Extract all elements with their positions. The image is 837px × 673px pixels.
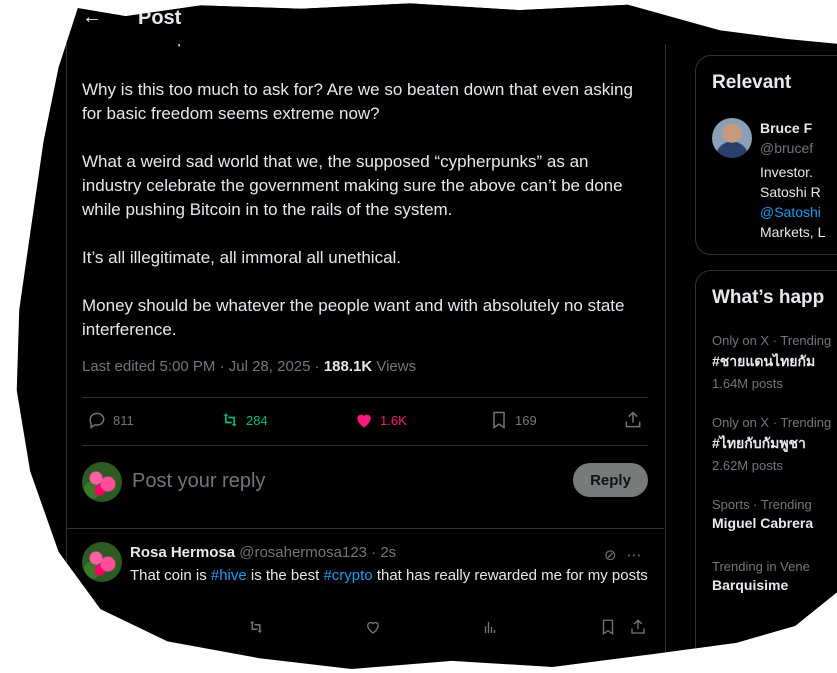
relevant-people-card: Relevant Bruce F @brucef Investor. Satos… [695,55,837,255]
trend-name: Miguel Cabrera [712,515,814,531]
hashtag-link[interactable]: #hive [211,567,247,584]
trending-title: What’s happ [712,287,825,308]
reply-count: 811 [113,412,134,428]
share-icon [625,411,641,428]
trend-context: Trending in Vene [712,559,810,574]
tweet-actions: 811 284 1.6K 169 [82,404,648,438]
relevant-bio: Investor. Satoshi R @Satoshi Markets, L [760,162,825,242]
analytics-icon[interactable] [481,618,499,636]
reply-text-part: is the best [246,567,324,584]
reply-post-actions [82,616,652,640]
trend-item[interactable]: Only on X · Trending #ไทยกับกัมพูชา 2.62… [712,415,831,473]
trend-item[interactable]: Only on X · Trending #ชายแดนไทยกัม 1.64M… [712,333,831,391]
trend-name: #ชายแดนไทยกัม [712,353,816,369]
bio-line: Satoshi R [760,184,821,200]
grok-icon[interactable]: ⊘ [604,546,617,564]
bio-mention-link[interactable]: @Satoshi [760,202,825,222]
share-action[interactable] [623,410,643,430]
reply-input[interactable]: Post your reply [132,470,265,493]
reply-text-part: that has really rewarded me for my posts [372,567,648,584]
tweet-body: Why is this too much to ask for? Are we … [82,78,652,366]
relevant-name[interactable]: Bruce F [760,120,812,136]
repost-icon[interactable] [247,618,265,636]
page-title: Post [138,7,182,29]
trend-context: Sports · Trending [712,497,812,512]
bookmark-action[interactable]: 169 [489,410,537,430]
like-count: 1.6K [380,412,407,428]
arrow-left-icon[interactable]: ← [82,6,102,29]
repost-icon [223,413,237,427]
tweet-paragraph: Money should be whatever the people want… [82,296,625,339]
author-handle[interactable]: @rosahermosa123 · 2s [239,544,396,561]
reply-author: Rosa Hermosa @rosahermosa123 · 2s [130,544,396,561]
reply-text: That coin is #hive is the best #crypto t… [130,566,660,586]
reply-post-icons: ⊘ ⋯ [604,546,642,564]
trend-count: 1.64M posts [712,376,783,391]
trend-count: 2.62M posts [712,458,783,473]
bookmark-icon [493,411,505,429]
reply-action[interactable]: 811 [87,410,134,430]
top-bar: ← Post [66,3,666,44]
share-icon[interactable] [629,618,647,636]
reply-icon [89,412,105,429]
heart-icon [357,414,371,428]
trend-item[interactable]: Trending in Vene Barquisime [712,559,810,593]
views-count: 188.1K [323,358,373,375]
trend-name: #ไทยกับกัมพูชา [712,435,806,451]
avatar[interactable] [82,542,122,582]
tweet-meta: Last edited 5:00 PM · Jul 28, 2025 · 188… [82,358,416,375]
reply-text-part: That coin is [130,567,211,584]
heart-icon[interactable] [364,618,382,636]
like-action[interactable]: 1.6K [354,410,407,430]
bookmark-icon[interactable] [599,618,617,636]
tweet-timestamp[interactable]: Last edited 5:00 PM · Jul 28, 2025 · [82,358,324,375]
relevant-handle[interactable]: @brucef [760,140,813,156]
avatar[interactable] [712,118,752,158]
divider [82,397,648,398]
relevant-title: Relevant [712,72,792,93]
hashtag-link[interactable]: #crypto [323,567,372,584]
trend-name: Barquisime [712,577,789,593]
tweet-paragraph: Why is this too much to ask for? Are we … [82,80,633,123]
author-name[interactable]: Rosa Hermosa [130,544,235,561]
avatar[interactable] [82,462,122,502]
reply-composer: Post your reply Reply [82,462,648,504]
bio-line: Investor. [760,164,813,180]
views-label: Views [376,358,417,375]
bio-line: Markets, L [760,224,826,240]
tweet-paragraph: It’s all illegitimate, all immoral all u… [82,248,402,267]
divider [82,445,648,446]
reply-button[interactable]: Reply [573,463,648,497]
divider [66,528,664,529]
trend-item[interactable]: Sports · Trending Miguel Cabrera [712,497,813,531]
repost-count: 284 [246,412,268,428]
tweet-paragraph: What a weird sad world that we, the supp… [82,152,623,219]
trend-context: Only on X · Trending [712,333,832,348]
torn-screenshot-area: ← Post does not require AML KYC to use W… [16,3,837,669]
bookmark-count: 169 [515,412,537,428]
trending-card: What’s happ Only on X · Trending #ชายแดน… [695,270,837,669]
more-icon[interactable]: ⋯ [627,546,642,564]
repost-action[interactable]: 284 [220,410,268,430]
trend-context: Only on X · Trending [712,415,832,430]
